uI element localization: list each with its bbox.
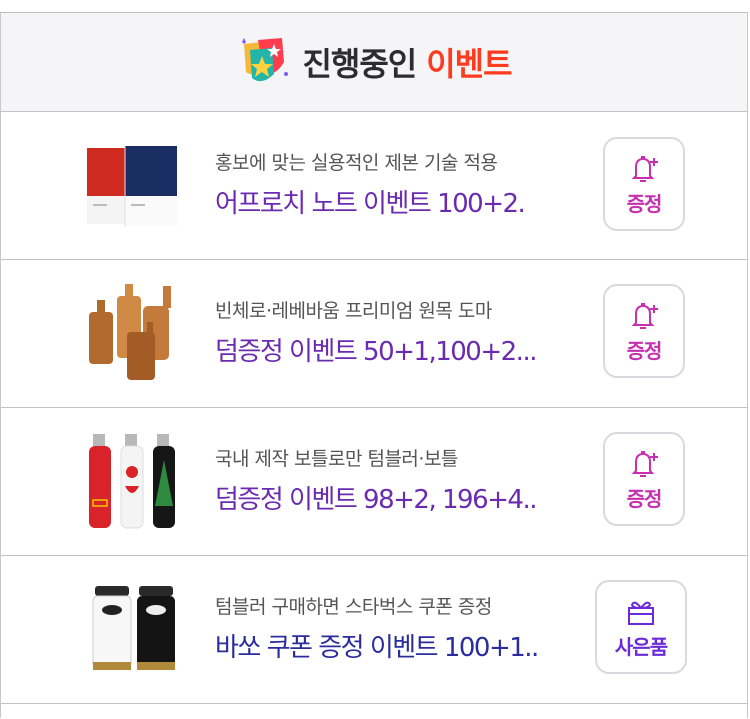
event-panel: 진행중인 이벤트 홍보에 맞는 실용적인 제본 기술 적용 어프로치 노트 이벤트… (0, 12, 748, 718)
button-label: 사은품 (614, 634, 668, 659)
bell-plus-icon (631, 155, 658, 182)
page-title: 진행중인 이벤트 (302, 45, 512, 83)
event-title[interactable]: 덤증정 이벤트 98+2, 196+4.. (215, 479, 575, 516)
bottle-image (89, 434, 175, 529)
bell-plus-icon (631, 302, 658, 329)
event-title[interactable]: 덤증정 이벤트 50+1,100+2... (215, 331, 575, 368)
event-item[interactable]: 국내 제작 보틀로만 텀블러·보틀 덤증정 이벤트 98+2, 196+4.. … (1, 408, 747, 556)
event-item[interactable]: 홍보에 맞는 실용적인 제본 기술 적용 어프로치 노트 이벤트 100+2. … (1, 112, 747, 260)
event-subtitle: 홍보에 맞는 실용적인 제본 기술 적용 (215, 152, 498, 174)
bell-plus-icon (631, 450, 658, 477)
button-label: 증정 (626, 486, 663, 511)
tumbler-image (92, 586, 175, 670)
event-item[interactable]: 빈체로·레베바움 프리미엄 원목 도마 덤증정 이벤트 50+1,100+2..… (1, 260, 747, 408)
notebook-image (87, 146, 177, 226)
cutting-board-image (89, 284, 171, 380)
gift-bonus-button[interactable]: 증정 (603, 432, 685, 526)
button-label: 증정 (626, 338, 663, 363)
event-title[interactable]: 바쏘 쿠폰 증정 이벤트 100+1.. (215, 627, 575, 664)
gift-bonus-button[interactable]: 증정 (603, 284, 685, 378)
free-gift-button[interactable]: 사은품 (595, 580, 687, 674)
panel-header: 진행중인 이벤트 (1, 13, 747, 112)
button-label: 증정 (626, 191, 663, 216)
event-subtitle: 국내 제작 보틀로만 텀블러·보틀 (215, 448, 458, 470)
event-subtitle: 빈체로·레베바움 프리미엄 원목 도마 (215, 300, 492, 322)
gift-icon (628, 601, 654, 625)
event-title[interactable]: 어프로치 노트 이벤트 100+2. (215, 183, 575, 220)
shield-star-icon (242, 38, 289, 82)
gift-bonus-button[interactable]: 증정 (603, 137, 685, 231)
event-subtitle: 텀블러 구매하면 스타벅스 쿠폰 증정 (215, 596, 492, 618)
event-item[interactable]: 텀블러 구매하면 스타벅스 쿠폰 증정 바쏘 쿠폰 증정 이벤트 100+1..… (1, 556, 747, 704)
